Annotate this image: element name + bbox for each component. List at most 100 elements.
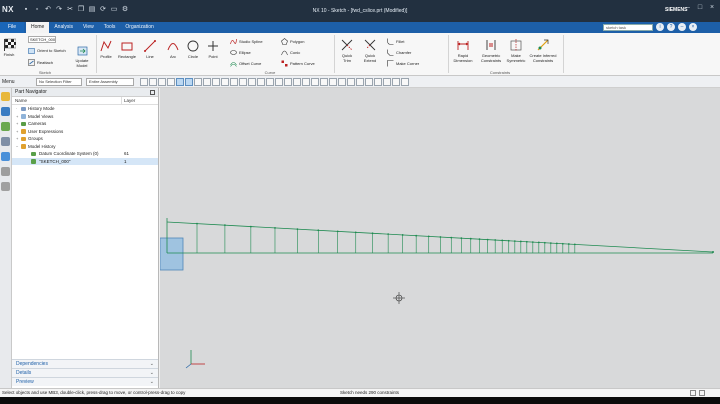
expand-icon[interactable]: + bbox=[16, 128, 20, 136]
constraint-navigator-icon[interactable] bbox=[1, 122, 10, 131]
tree-row-history-mode[interactable]: · History Mode bbox=[12, 105, 158, 113]
chamfer-button[interactable]: Chamfer bbox=[387, 48, 411, 56]
reuse-library-icon[interactable] bbox=[1, 137, 10, 146]
fillet-button[interactable]: Fillet bbox=[387, 37, 404, 45]
rotate-icon[interactable] bbox=[365, 78, 373, 86]
sketch-geometry[interactable] bbox=[166, 218, 714, 254]
close-part-icon[interactable]: × bbox=[689, 23, 697, 31]
studio-spline-button[interactable]: Studio Spline bbox=[230, 37, 263, 45]
help-icon[interactable]: ? bbox=[667, 23, 675, 31]
sketch-point[interactable] bbox=[460, 237, 463, 240]
sketch-point[interactable] bbox=[387, 233, 390, 236]
sketch-point[interactable] bbox=[224, 224, 226, 227]
sketch-point[interactable] bbox=[296, 228, 299, 231]
layer-icon[interactable] bbox=[392, 78, 400, 86]
snap-arc-icon[interactable] bbox=[266, 78, 274, 86]
sketch-point[interactable] bbox=[486, 238, 489, 241]
fit-view-icon[interactable] bbox=[338, 78, 346, 86]
snap-existing-icon[interactable] bbox=[221, 78, 229, 86]
reattach-button[interactable]: Reattach bbox=[28, 58, 53, 66]
tree-row-groups[interactable]: + Groups bbox=[12, 135, 158, 143]
full-screen-icon[interactable] bbox=[690, 390, 696, 396]
sketch-name-dropdown[interactable]: SKETCH_000 bbox=[28, 36, 56, 43]
sketch-point[interactable] bbox=[469, 237, 472, 240]
update-model-button[interactable]: Update Model bbox=[71, 43, 93, 68]
sketch-point[interactable] bbox=[249, 225, 252, 228]
sketch-point[interactable] bbox=[567, 243, 570, 245]
snap-quadrant-icon[interactable] bbox=[212, 78, 220, 86]
snap-endpoint-icon[interactable] bbox=[167, 78, 175, 86]
pan-icon[interactable] bbox=[356, 78, 364, 86]
sketch-endpoint[interactable] bbox=[712, 251, 714, 253]
sketch-point[interactable] bbox=[274, 227, 276, 229]
geometric-constraints-button[interactable]: Geometric Constraints bbox=[478, 38, 504, 63]
graphics-window[interactable] bbox=[160, 88, 720, 388]
sketch-point[interactable] bbox=[354, 231, 357, 234]
snap-intersection-icon[interactable] bbox=[194, 78, 202, 86]
conic-button[interactable]: Conic bbox=[281, 48, 300, 56]
tree-row-model-history[interactable]: − Model History bbox=[12, 143, 158, 151]
sketch-point[interactable] bbox=[531, 241, 534, 244]
sketch-point[interactable] bbox=[317, 229, 320, 232]
column-name[interactable]: Name bbox=[15, 97, 27, 105]
zoom-icon[interactable] bbox=[347, 78, 355, 86]
profile-button[interactable]: Profile bbox=[99, 39, 113, 59]
snap-point-icon[interactable] bbox=[284, 78, 292, 86]
expand-icon[interactable]: + bbox=[16, 135, 20, 143]
sketch-point[interactable] bbox=[519, 240, 522, 243]
line-button[interactable]: Line bbox=[143, 39, 157, 59]
snap-control-icon[interactable] bbox=[185, 78, 193, 86]
tree-row-datum-csys[interactable]: Datum Coordinate System (0) 61 bbox=[12, 150, 158, 158]
snap-center-icon[interactable] bbox=[203, 78, 211, 86]
sketch-point[interactable] bbox=[336, 230, 339, 233]
expand-icon[interactable]: + bbox=[16, 120, 20, 128]
snap-line-icon[interactable] bbox=[302, 78, 310, 86]
sketch-point[interactable] bbox=[537, 241, 540, 244]
column-layer[interactable]: Layer bbox=[124, 97, 135, 105]
rectangle-button[interactable]: Rectangle bbox=[118, 39, 136, 59]
navigator-close-icon[interactable] bbox=[150, 90, 155, 95]
snap-grid-icon[interactable] bbox=[293, 78, 301, 86]
panel-preview[interactable]: Preview ⌄ bbox=[12, 377, 158, 386]
tree-row-model-views[interactable]: + Model Views bbox=[12, 113, 158, 121]
sketch-point[interactable] bbox=[427, 235, 430, 238]
offset-curve-button[interactable]: Offset Curve bbox=[230, 59, 261, 67]
tab-view[interactable]: View bbox=[78, 22, 99, 33]
collapse-icon[interactable]: − bbox=[16, 143, 20, 151]
sketch-point[interactable] bbox=[561, 242, 564, 245]
select-all-icon[interactable] bbox=[140, 78, 148, 86]
panel-details[interactable]: Details ⌄ bbox=[12, 368, 158, 377]
part-navigator-icon[interactable] bbox=[1, 107, 10, 116]
web-browser-icon[interactable] bbox=[1, 152, 10, 161]
snap-on-curve-icon[interactable] bbox=[230, 78, 238, 86]
sketch-point[interactable] bbox=[401, 234, 404, 236]
menu-button[interactable]: Menu bbox=[2, 78, 15, 86]
info-icon[interactable]: i bbox=[656, 23, 664, 31]
sketch-point[interactable] bbox=[494, 239, 497, 241]
history-icon[interactable] bbox=[1, 167, 10, 176]
sketch-point[interactable] bbox=[478, 238, 481, 241]
make-symmetric-button[interactable]: Make Symmetric bbox=[505, 38, 527, 63]
wcs-icon[interactable] bbox=[401, 78, 409, 86]
expand-icon[interactable]: + bbox=[16, 113, 20, 121]
quick-extend-button[interactable]: Quick Extend bbox=[360, 38, 380, 63]
command-search-input[interactable]: sketch task bbox=[603, 24, 653, 31]
ellipse-button[interactable]: Ellipse bbox=[230, 48, 251, 56]
tab-file[interactable]: File bbox=[0, 22, 24, 33]
assembly-navigator-icon[interactable] bbox=[1, 92, 10, 101]
arc-button[interactable]: Arc bbox=[166, 39, 180, 59]
selection-scope-dropdown[interactable]: Entire Assembly bbox=[86, 78, 134, 86]
sketch-point[interactable] bbox=[439, 236, 442, 238]
tree-row-user-expressions[interactable]: + User Expressions bbox=[12, 128, 158, 136]
point-button[interactable]: Point bbox=[206, 39, 220, 59]
quick-trim-button[interactable]: Quick Trim bbox=[338, 38, 356, 63]
rapid-dimension-button[interactable]: Rapid Dimension bbox=[451, 38, 475, 63]
sketch-canvas[interactable] bbox=[160, 88, 720, 388]
snap-on-face-icon[interactable] bbox=[239, 78, 247, 86]
sketch-point[interactable] bbox=[415, 234, 418, 237]
snap-tangent-icon[interactable] bbox=[275, 78, 283, 86]
orient-view-icon[interactable] bbox=[383, 78, 391, 86]
minimize-icon[interactable]: – bbox=[684, 4, 692, 12]
snap-angle-icon[interactable] bbox=[311, 78, 319, 86]
minimize-ribbon-icon[interactable]: – bbox=[678, 23, 686, 31]
